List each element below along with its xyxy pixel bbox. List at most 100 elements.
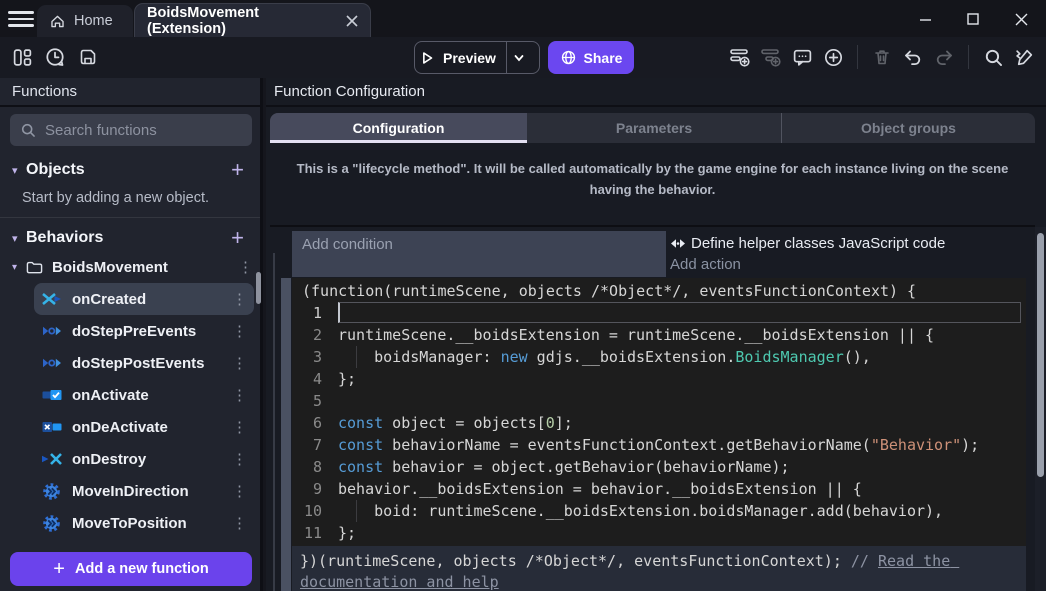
- search-functions-input[interactable]: [45, 122, 242, 139]
- function-item-onDeActivate[interactable]: onDeActivate ⋮: [34, 411, 254, 443]
- search-icon: [20, 122, 36, 138]
- trash-icon[interactable]: [870, 45, 894, 69]
- search-functions-box[interactable]: [10, 114, 252, 146]
- add-event-icon[interactable]: [728, 45, 752, 69]
- code-text: };: [338, 522, 1026, 544]
- behavior-group-row[interactable]: ▾ BoidsMovement ⋮: [12, 254, 252, 280]
- configuration-tabbar: ConfigurationParameters Object groups: [270, 113, 1035, 143]
- function-item-onActivate[interactable]: onActivate ⋮: [34, 379, 254, 411]
- code-line-4: 4};: [292, 368, 1026, 390]
- add-object-button[interactable]: +: [231, 160, 244, 180]
- function-item-label: MoveToPosition: [72, 515, 222, 532]
- js-event-title[interactable]: Define helper classes JavaScript code: [670, 232, 945, 254]
- code-text: const object = objects[0];: [338, 412, 1026, 434]
- code-text: boidsManager: new gdjs.__boidsExtension.…: [338, 346, 1026, 368]
- function-item-doStepPreEvents[interactable]: doStepPreEvents⋮: [34, 315, 254, 347]
- add-comment-icon[interactable]: [790, 45, 814, 69]
- function-item-label: onDeActivate: [72, 419, 222, 436]
- kebab-menu-icon[interactable]: ⋮: [232, 514, 246, 532]
- code-line-8: 8const behavior = object.getBehavior(beh…: [292, 456, 1026, 478]
- main-menu-icon[interactable]: [8, 9, 34, 29]
- gear-icon: [41, 483, 62, 500]
- tab-configuration[interactable]: Configuration: [270, 113, 527, 143]
- globe-icon: [560, 49, 577, 66]
- undo-icon[interactable]: [901, 45, 925, 69]
- function-configuration-panel: Function Configuration ConfigurationPara…: [266, 78, 1046, 591]
- objects-section-header[interactable]: ▾ Objects +: [0, 156, 260, 184]
- code-footer-line: })(runtimeScene, objects /*Object*/, eve…: [292, 546, 1026, 591]
- line-number: 11: [292, 522, 338, 544]
- share-button[interactable]: Share: [548, 41, 634, 74]
- event-drag-handle[interactable]: [281, 278, 291, 591]
- chevron-down-icon[interactable]: ▾: [12, 164, 26, 177]
- add-behavior-button[interactable]: +: [231, 228, 244, 248]
- panel-title: Function Configuration: [266, 78, 1046, 107]
- preview-dropdown-icon[interactable]: [507, 46, 531, 70]
- code-icon: [670, 238, 686, 249]
- js-code-editor[interactable]: (function(runtimeScene, objects /*Object…: [292, 278, 1026, 546]
- code-line-5: 5: [292, 390, 1026, 412]
- project-manager-icon[interactable]: [10, 45, 34, 69]
- event-indent-line: [273, 253, 275, 591]
- preview-button[interactable]: Preview: [414, 41, 540, 74]
- code-text: };: [338, 368, 1026, 390]
- function-item-onDestroy[interactable]: onDestroy ⋮: [34, 443, 254, 475]
- function-item-onCreated[interactable]: onCreated ⋮: [34, 283, 254, 315]
- add-function-label: Add a new function: [75, 561, 209, 577]
- code-text: runtimeScene.__boidsExtension = runtimeS…: [338, 324, 1026, 346]
- function-item-label: onCreated: [72, 291, 222, 308]
- line-number: 3: [292, 346, 338, 368]
- save-icon[interactable]: [76, 45, 100, 69]
- window-close-icon[interactable]: [1010, 8, 1032, 30]
- active-code-line: [338, 302, 1021, 323]
- kebab-menu-icon[interactable]: ⋮: [232, 322, 246, 340]
- code-line-6: 6const object = objects[0];: [292, 412, 1026, 434]
- function-item-MoveToPosition[interactable]: MoveToPosition ⋮: [34, 507, 254, 539]
- line-number: 2: [292, 324, 338, 346]
- scrollbar-thumb[interactable]: [1037, 233, 1044, 477]
- functions-sidebar: Functions ▾ Objects + Start by adding a …: [0, 78, 263, 591]
- add-condition-label: Add condition: [302, 236, 393, 253]
- code-footer-code: })(runtimeScene, objects /*Object*/, eve…: [300, 552, 851, 570]
- sidebar-scrollbar-thumb[interactable]: [256, 272, 261, 304]
- function-item-MoveInDirection[interactable]: MoveInDirection⋮: [34, 475, 254, 507]
- event-sheet-scrollbar[interactable]: [1035, 227, 1046, 591]
- kebab-menu-icon[interactable]: ⋮: [232, 386, 246, 404]
- tab-parameters[interactable]: Parameters: [527, 113, 781, 143]
- redo-icon[interactable]: [932, 45, 956, 69]
- behaviors-section-header[interactable]: ▾ Behaviors +: [0, 224, 260, 252]
- code-text: behavior.__boidsExtension = behavior.__b…: [338, 478, 1026, 500]
- code-line-2: 2runtimeScene.__boidsExtension = runtime…: [292, 324, 1026, 346]
- tab-label: Object groups: [861, 120, 956, 136]
- chevron-down-icon[interactable]: ▾: [12, 262, 17, 273]
- tab-object-groups[interactable]: Object groups: [782, 113, 1035, 143]
- chevron-down-icon[interactable]: ▾: [12, 232, 26, 245]
- search-icon[interactable]: [981, 45, 1005, 69]
- function-item-doStepPostEvents[interactable]: doStepPostEvents⋮: [34, 347, 254, 379]
- history-icon[interactable]: [43, 45, 67, 69]
- tab-home[interactable]: Home: [37, 5, 133, 37]
- function-item-label: onDestroy: [72, 451, 222, 468]
- add-action-label: Add action: [670, 256, 741, 273]
- add-condition-cell[interactable]: Add condition: [292, 231, 666, 277]
- add-action-cell[interactable]: Add action: [670, 256, 741, 273]
- window-minimize-icon[interactable]: [914, 8, 936, 30]
- folder-icon: [26, 260, 43, 275]
- deactivate-icon: [41, 420, 62, 434]
- kebab-menu-icon[interactable]: ⋮: [232, 482, 246, 500]
- js-event-title-label: Define helper classes JavaScript code: [691, 235, 945, 252]
- function-item-label: onActivate: [72, 387, 222, 404]
- kebab-menu-icon[interactable]: ⋮: [232, 354, 246, 372]
- magic-pen-icon[interactable]: [1012, 45, 1036, 69]
- kebab-menu-icon[interactable]: ⋮: [232, 290, 246, 308]
- add-circle-icon[interactable]: [821, 45, 845, 69]
- add-subevent-icon[interactable]: [759, 45, 783, 69]
- tab-close-icon[interactable]: [346, 15, 358, 27]
- window-maximize-icon[interactable]: [962, 8, 984, 30]
- kebab-menu-icon[interactable]: ⋮: [232, 418, 246, 436]
- kebab-menu-icon[interactable]: ⋮: [238, 258, 252, 276]
- line-number: 4: [292, 368, 338, 390]
- add-function-button[interactable]: + Add a new function: [10, 552, 252, 586]
- tab-document[interactable]: BoidsMovement (Extension): [134, 3, 371, 37]
- kebab-menu-icon[interactable]: ⋮: [232, 450, 246, 468]
